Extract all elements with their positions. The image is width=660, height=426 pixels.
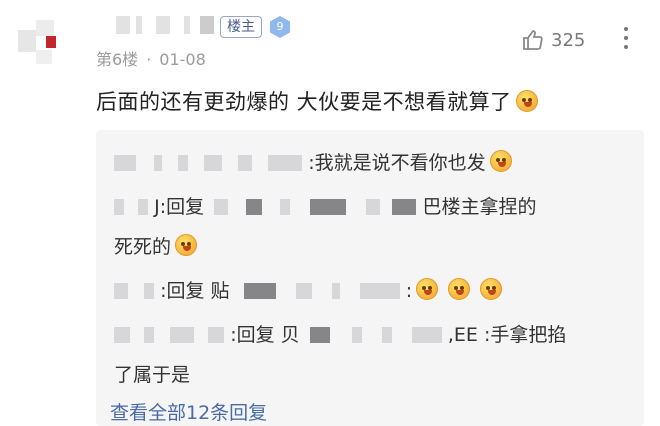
username[interactable]: [96, 16, 216, 36]
reply-prefix: :回复 贴: [160, 280, 230, 302]
post-meta: 第6楼 · 01-08: [96, 50, 206, 69]
reply-continuation: 了属于是: [114, 360, 190, 387]
reply-box: :我就是说不看你也发 J:回复 巴楼主拿捏的 死死的 :回复 贴 : :回复 贝: [96, 130, 644, 426]
view-all-replies-link[interactable]: 查看全部12条回复: [110, 398, 267, 425]
like-button[interactable]: 325: [521, 28, 585, 52]
grin-emoji-icon: [448, 278, 471, 300]
grin-emoji-icon: [515, 90, 538, 112]
grin-emoji-icon: [480, 278, 503, 300]
grin-emoji-icon: [175, 234, 198, 256]
avatar[interactable]: [14, 8, 80, 74]
level-badge: 9: [270, 16, 290, 38]
reply-suffix: ,EE :手拿把掐: [447, 324, 567, 346]
thumbs-up-icon: [523, 30, 543, 50]
host-badge: 楼主: [220, 16, 262, 38]
post-date: 01-08: [159, 50, 206, 69]
more-icon[interactable]: [616, 24, 636, 54]
reply-continuation: 死死的: [114, 232, 198, 259]
reply-item[interactable]: :回复 贝 ,EE :手拿把掐: [114, 320, 566, 347]
post-header: 楼主 9 第6楼 · 01-08 325: [96, 10, 660, 70]
reply-prefix: :回复 贝: [230, 324, 300, 346]
reply-prefix: J:回复: [154, 196, 205, 218]
reply-item[interactable]: J:回复 巴楼主拿捏的: [114, 192, 536, 219]
reply-item[interactable]: :我就是说不看你也发: [114, 148, 512, 175]
reply-text: 了属于是: [114, 364, 191, 386]
grin-emoji-icon: [489, 150, 512, 172]
reply-suffix: :: [405, 280, 413, 302]
reply-suffix: 巴楼主拿捏的: [422, 196, 537, 218]
like-count: 325: [551, 29, 586, 51]
reply-item[interactable]: :回复 贴 :: [114, 276, 503, 303]
post-content: 后面的还有更劲爆的 大伙要是不想看就算了: [96, 86, 538, 116]
floor-label: 第6楼: [96, 50, 139, 69]
post-text: 后面的还有更劲爆的 大伙要是不想看就算了: [96, 90, 512, 114]
reply-text: 死死的: [114, 236, 172, 258]
reply-text: :我就是说不看你也发: [308, 152, 486, 174]
grin-emoji-icon: [416, 278, 439, 300]
